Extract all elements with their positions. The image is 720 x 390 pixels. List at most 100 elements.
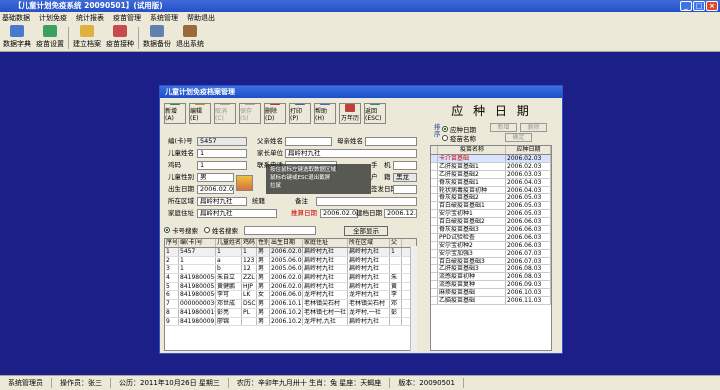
issue-date-field[interactable]	[393, 185, 417, 194]
vaccine-row[interactable]: 百白破疫苗基础1 2006.05.03	[431, 202, 551, 211]
return-button[interactable]: 返回(ESC)	[364, 103, 386, 124]
children-table: 序号 编(卡)号 儿童姓名 鸡码 性别 出生日期 家庭住址 所在区域 父 1 54…	[164, 238, 417, 351]
parent-unit-field[interactable]: 扁岭村九社	[285, 149, 417, 158]
table-cell: 7	[165, 300, 179, 308]
create-file-button[interactable]: 建立档案	[72, 25, 102, 49]
close-button[interactable]: ×	[706, 1, 718, 11]
col-header[interactable]: 所在区域	[348, 239, 390, 247]
vaccine-row[interactable]: 脊灰疫苗基础1 2006.04.03	[431, 178, 551, 187]
delete-button[interactable]: 删除(D)	[264, 103, 286, 124]
mother-field[interactable]	[365, 137, 417, 146]
maximize-button[interactable]: □	[693, 1, 705, 11]
col-header[interactable]: 鸡码	[242, 239, 257, 247]
row-marker	[431, 155, 438, 162]
vaccine-row[interactable]: 乙肝疫苗基础3 2006.08.03	[431, 265, 551, 274]
edit-button[interactable]: 编辑(E)	[189, 103, 211, 124]
vaccine-ok-button[interactable]: 确定	[505, 133, 532, 142]
father-field[interactable]	[285, 137, 332, 146]
mobile-field[interactable]	[393, 161, 417, 170]
hukou-field[interactable]: 黑龙	[393, 173, 417, 182]
vaccine-row[interactable]: 脊灰疫苗基础2 2006.05.03	[431, 194, 551, 203]
vaccine-row[interactable]: 乙脑疫苗基础 2006.11.03	[431, 297, 551, 305]
col-header[interactable]: 儿童姓名	[216, 239, 242, 247]
table-cell	[390, 256, 402, 265]
table-cell: 老林镇尖石村	[348, 300, 390, 308]
col-header[interactable]: 家庭住址	[303, 239, 348, 247]
col-header[interactable]: 出生日期	[270, 239, 303, 247]
vaccine-add-button[interactable]: 新增	[490, 123, 517, 132]
table-row[interactable]: 6 8419800056 李可 LK 女 2006.06.07 龙坪村九社 龙坪村九社李	[165, 291, 416, 301]
table-scrollbar[interactable]	[410, 246, 417, 351]
menu-basic-data[interactable]: 基础数据	[2, 13, 30, 23]
table-row[interactable]: 4 8419800054 朱自立 ZZL 男 2006.02.03 扁岭村九社 扁岭村九社朱	[165, 274, 416, 283]
child-name-field[interactable]: 1	[197, 149, 247, 158]
col-header[interactable]: 父	[390, 239, 402, 247]
vaccine-row[interactable]: 安尔宝加强3 2006.07.03	[431, 249, 551, 258]
show-all-button[interactable]: 全部显示	[344, 226, 388, 236]
vaccine-row[interactable]: 百白破疫苗基础2 2006.06.03	[431, 218, 551, 227]
table-row[interactable]: 8 8419800019 彭亮 PL 男 2006.10.25 老林镇七村一社 龙坪村,一社彭	[165, 308, 416, 318]
save-button[interactable]: 保存(S)	[239, 103, 261, 124]
table-cell: DSC	[243, 300, 257, 308]
name-search-radio[interactable]: 姓名搜索	[204, 225, 238, 235]
table-cell: 朱自立	[216, 274, 242, 282]
vaccine-delete-button[interactable]: 删除	[520, 123, 547, 132]
col-header[interactable]: 应种日期	[506, 146, 551, 154]
table-cell: a	[216, 256, 242, 265]
vaccine-row[interactable]: 乙肝疫苗基础2 2006.03.03	[431, 170, 551, 179]
menu-system[interactable]: 系统管理	[150, 13, 178, 23]
vaccine-name: PPD试验检查	[438, 233, 506, 241]
help-button[interactable]: 帮助(H)	[314, 103, 336, 124]
search-input[interactable]	[244, 225, 316, 235]
backup-button[interactable]: 数据备份	[142, 25, 172, 49]
vaccine-row[interactable]: 轮状病毒疫苗初种 2006.04.03	[431, 186, 551, 195]
menu-plan-immunization[interactable]: 计划免疫	[39, 13, 67, 23]
table-row[interactable]: 3 1 b 12 男 2005.06.07 扁岭村九社 扁岭村九社	[165, 265, 416, 275]
col-header[interactable]: 编(卡)号	[179, 239, 216, 247]
exam-date-field[interactable]: 2006.02.03	[320, 209, 358, 218]
vaccine-row[interactable]: 卡介苗基础 2006.02.03	[431, 155, 551, 163]
col-header[interactable]: 序号	[165, 239, 179, 247]
col-header[interactable]: 性别	[257, 239, 270, 247]
menu-help-exit[interactable]: 帮助退出	[187, 13, 215, 23]
table-row[interactable]: 2 1 a 123 男 2005.06.07 扁岭村九社 扁岭村九社	[165, 256, 416, 266]
region-field[interactable]: 扁岭村九社	[197, 197, 247, 206]
calendar-button[interactable]: 万年历	[339, 103, 361, 124]
table-row[interactable]: 1 5457 1 1 男 2006.02.03 扁岭村九社 扁岭村九社 1	[165, 248, 416, 257]
col-header[interactable]: 疫苗名称	[438, 146, 506, 154]
book-date-field[interactable]: 2006.12.25	[384, 209, 417, 218]
print-button[interactable]: 打印(P)	[289, 103, 311, 124]
table-row[interactable]: 7 0000000030 邓世成 DSC 男 2006.10.16 老林镇尖石村 老林镇尖石村…	[165, 300, 416, 309]
vaccine-row[interactable]: 安尔宝初种1 2006.05.03	[431, 210, 551, 219]
vaccine-name: 乙肝疫苗基础1	[438, 162, 506, 170]
minimize-button[interactable]: _	[680, 1, 692, 11]
dictionary-button[interactable]: 数据字典	[2, 25, 32, 49]
vaccine-row[interactable]: 安尔宝初种2 2006.06.03	[431, 241, 551, 250]
table-row[interactable]: 9 8419800091 廖锦 男 2006.10.25 龙坪村,九社 扁岭村九社	[165, 317, 416, 327]
id-field[interactable]: 5457	[197, 137, 247, 146]
birthdate-field[interactable]: 2006.02.03	[197, 185, 234, 194]
gender-select[interactable]: 男	[197, 173, 234, 182]
vaccine-row[interactable]: 乙肝疫苗基础1 2006.02.03	[431, 162, 551, 171]
address-field[interactable]: 扁岭村九社	[197, 209, 277, 218]
exit-button[interactable]: 退出系统	[175, 25, 205, 49]
vaccine-row[interactable]: 脊灰疫苗基础3 2006.06.03	[431, 226, 551, 234]
vaccine-settings-button[interactable]: 疫苗设置	[35, 25, 65, 49]
table-cell: 龙坪村,九社	[303, 317, 348, 326]
menu-vaccine-manage[interactable]: 疫苗管理	[113, 13, 141, 23]
menu-reports[interactable]: 统计报表	[76, 13, 104, 23]
vaccine-row[interactable]: 流感疫苗复种 2006.09.03	[431, 281, 551, 290]
table-row[interactable]: 5 8419800055 黄健鹏 HJP 男 2006.02.03 扁岭村九社 扁岭村九社黄	[165, 282, 416, 292]
cancel-button[interactable]: 取消(C)	[214, 103, 236, 124]
vaccine-row[interactable]: 流感疫苗初种 2006.08.03	[431, 273, 551, 282]
code-field[interactable]: 1	[197, 161, 247, 170]
sort-by-name-radio[interactable]: 疫苗名称	[442, 133, 476, 143]
vaccine-row[interactable]: 麻疹疫苗基础 2006.10.03	[431, 289, 551, 298]
add-button[interactable]: 新增(A)	[164, 103, 186, 124]
status-bar: 系统管理员 操作员：张三 公历：2011年10月26日 星期三 农历：辛卯年九月…	[0, 375, 720, 390]
vaccine-row[interactable]: PPD试验检查 2006.06.03	[431, 233, 551, 242]
vaccine-row[interactable]: 百白破疫苗基础3 2006.07.03	[431, 257, 551, 266]
card-search-radio[interactable]: 卡号搜索	[164, 225, 198, 235]
note-field[interactable]	[316, 197, 417, 206]
vaccinate-button[interactable]: 疫苗接种	[105, 25, 135, 49]
